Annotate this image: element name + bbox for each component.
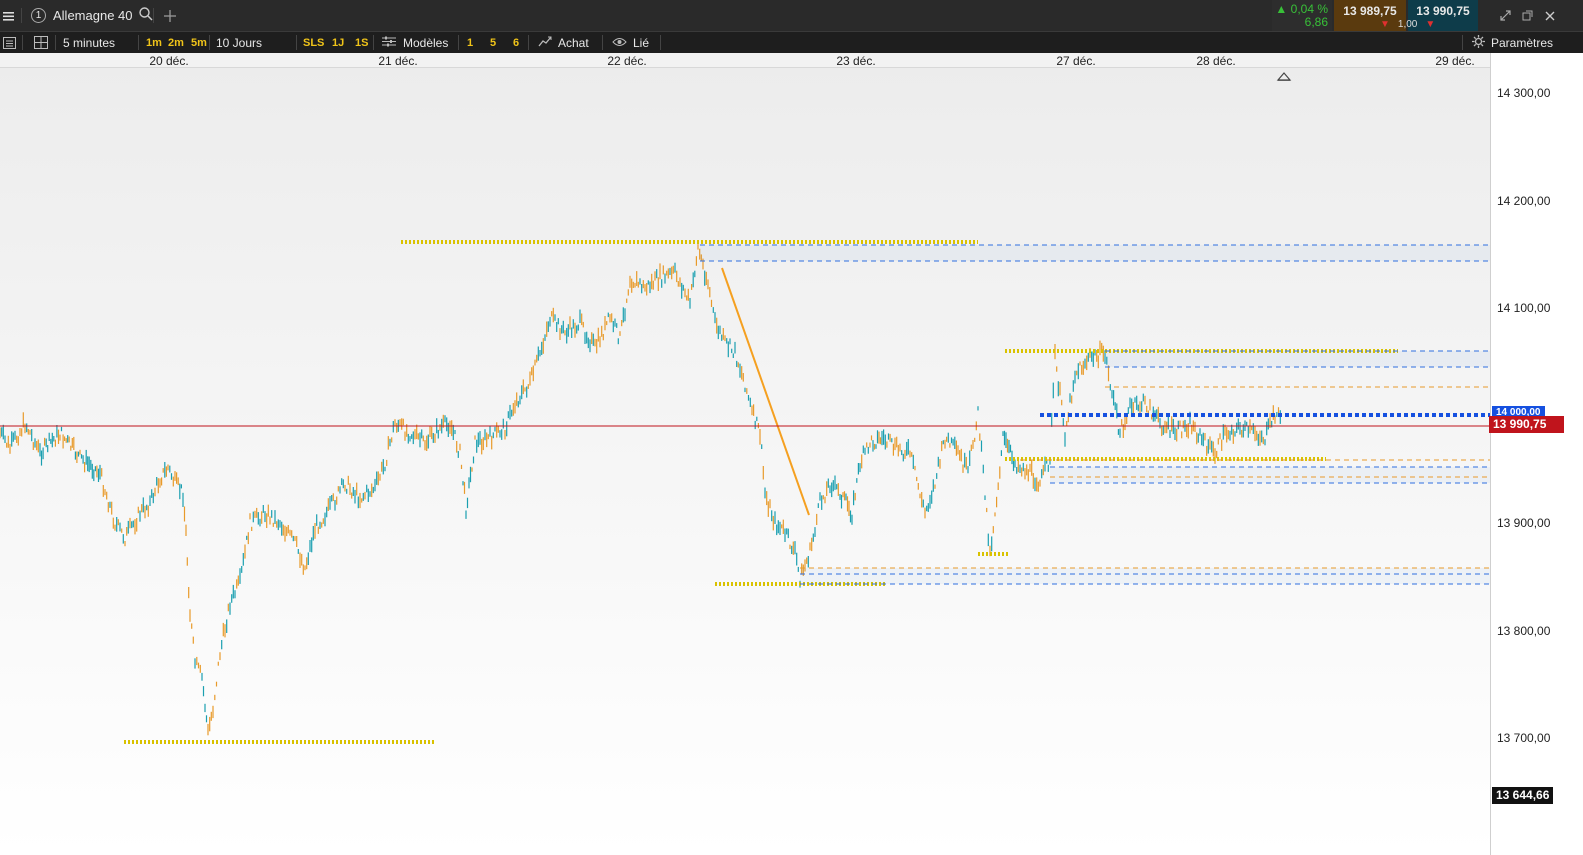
linked-label: Lié	[633, 35, 650, 50]
change-panel: ▲ 0,04 % 6,86	[1272, 0, 1332, 31]
price-plot[interactable]	[0, 53, 1490, 855]
ask-price: 13 990,75	[1416, 4, 1470, 18]
order-icon	[538, 35, 552, 50]
settings-label: Paramètres	[1491, 35, 1554, 50]
zone-band	[1105, 351, 1490, 367]
bottom-price-tag: 13 644,66	[1492, 787, 1554, 804]
interval-5m-button[interactable]: 5m	[191, 32, 207, 53]
quick-2m-label: 2m	[168, 36, 184, 49]
n1-label: 1	[467, 36, 474, 49]
bid-price: 13 989,75	[1343, 4, 1397, 18]
quick-5m-label: 5m	[191, 36, 207, 49]
search-icon[interactable]	[138, 7, 153, 24]
interval-2m-button[interactable]: 2m	[168, 32, 184, 53]
down-arrow-icon-2: ▼	[1425, 18, 1436, 30]
zone-band	[1050, 467, 1490, 483]
price-label: 14 300,00	[1497, 86, 1551, 100]
models-button[interactable]: Modèles	[382, 32, 448, 53]
change-pct: ▲ 0,04 %	[1275, 1, 1328, 16]
layout-icon[interactable]	[34, 32, 48, 53]
range-label: 10 Jours	[216, 35, 263, 50]
price-label: 13 900,00	[1497, 516, 1551, 530]
support-lines	[124, 240, 1398, 744]
gear-icon	[1472, 34, 1485, 51]
range-selector[interactable]: 10 Jours	[216, 32, 262, 53]
q1j-label: 1J	[332, 36, 345, 49]
interval-label: 5 minutes	[63, 35, 116, 50]
preset-6-button[interactable]: 6	[513, 32, 519, 53]
price-label: 13 800,00	[1497, 624, 1551, 638]
settings-button[interactable]: Paramètres	[1472, 32, 1553, 53]
list-icon[interactable]	[3, 32, 16, 53]
link-button[interactable]: Lié	[612, 32, 649, 53]
range-1j-button[interactable]: 1J	[332, 32, 344, 53]
sls-button[interactable]: SLS	[303, 32, 324, 53]
home-icon-base	[1278, 80, 1290, 81]
preset-5-button[interactable]: 5	[490, 32, 496, 53]
quick-1m-label: 1m	[146, 36, 162, 49]
price-label: 14 200,00	[1497, 194, 1551, 208]
instrument-number-badge: 1	[31, 8, 46, 23]
interval-selector[interactable]: 5 minutes	[63, 32, 115, 53]
price-axis[interactable]: 14 300,00 14 200,00 14 100,00 13 900,00 …	[1489, 53, 1583, 855]
price-label: 13 700,00	[1497, 731, 1551, 745]
instrument-selector[interactable]: 1 Allemagne 40	[31, 0, 153, 31]
buy-order-button[interactable]: Achat	[538, 32, 589, 53]
instrument-name: Allemagne 40	[53, 8, 133, 23]
interval-1m-button[interactable]: 1m	[146, 32, 162, 53]
detach-icon[interactable]	[1522, 0, 1533, 31]
sls-label: SLS	[303, 36, 325, 49]
q1s-label: 1S	[355, 36, 369, 49]
home-icon[interactable]	[1276, 72, 1292, 81]
chart-toolbar: 5 minutes 1m 2m 5m 10 Jours SLS 1J 1S Mo…	[0, 31, 1583, 53]
price-series	[0, 244, 1281, 736]
current-price-tag: 13 990,75	[1489, 416, 1564, 433]
spread-indicator: ▼ 1,00 ▼	[1380, 17, 1435, 31]
zone-band	[800, 568, 1490, 584]
range-1s-button[interactable]: 1S	[355, 32, 368, 53]
price-label: 14 100,00	[1497, 301, 1551, 315]
eye-icon	[612, 36, 627, 50]
trend-line[interactable]	[721, 267, 810, 516]
preset-1-button[interactable]: 1	[467, 32, 473, 53]
down-arrow-icon: ▼	[1380, 18, 1390, 30]
models-label: Modèles	[403, 35, 449, 50]
title-bar: 1 Allemagne 40 ▲ 0,04 % 6,86 13 989,75 1…	[0, 0, 1583, 31]
buy-label: Achat	[558, 35, 589, 50]
n5-label: 5	[490, 36, 497, 49]
change-abs: 6,86	[1304, 14, 1328, 29]
close-icon[interactable]	[1545, 0, 1555, 31]
sliders-icon	[382, 36, 396, 50]
n6-label: 6	[513, 36, 520, 49]
expand-icon[interactable]	[1500, 0, 1511, 31]
spread-value: 1,00	[1397, 18, 1418, 30]
menu-icon[interactable]	[3, 0, 15, 31]
zone-band	[700, 245, 1490, 261]
add-tab-icon[interactable]	[164, 0, 176, 31]
